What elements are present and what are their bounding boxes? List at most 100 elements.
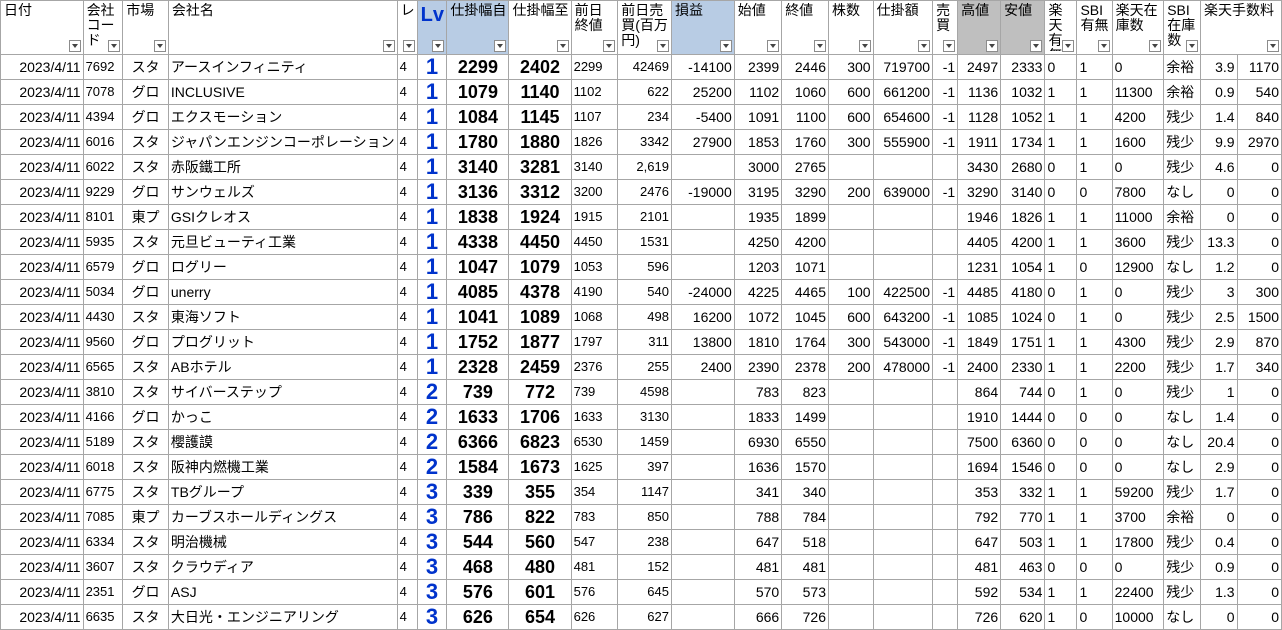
cell-sbi-avail[interactable]: 1 (1076, 479, 1113, 505)
cell-rakuten-avail[interactable]: 0 (1044, 454, 1078, 480)
cell-pnl[interactable] (670, 379, 735, 405)
cell-pnl[interactable] (670, 404, 735, 430)
cell-name[interactable]: サイバーステップ (167, 379, 398, 405)
cell-fee-b[interactable]: 540 (1236, 79, 1282, 105)
cell-fee-b[interactable]: 2970 (1236, 129, 1282, 155)
cell-market[interactable]: グロ (122, 404, 169, 430)
cell-amount[interactable]: 654600 (872, 104, 934, 130)
cell-market[interactable]: スタ (122, 354, 169, 380)
cell-amount[interactable]: 422500 (872, 279, 934, 305)
cell-fee-b[interactable]: 0 (1236, 229, 1282, 255)
column-header-level-small[interactable]: レ (396, 0, 418, 55)
cell-open[interactable]: 3000 (733, 154, 783, 180)
cell-sbi-stock[interactable]: 余裕 (1163, 54, 1202, 80)
cell-level-small[interactable]: 4 (396, 154, 418, 180)
cell-date[interactable]: 2023/4/11 (0, 504, 84, 530)
cell-name[interactable]: ABホテル (167, 354, 398, 380)
cell-sbi-stock[interactable]: 残少 (1163, 329, 1202, 355)
cell-lv[interactable]: 1 (416, 154, 448, 180)
cell-sbi-avail[interactable]: 1 (1076, 579, 1113, 605)
cell-sell[interactable] (932, 404, 959, 430)
cell-sell[interactable] (932, 454, 959, 480)
column-header-rakuten-fee[interactable]: 楽天手数料 (1200, 0, 1282, 55)
cell-range-to[interactable]: 2402 (508, 54, 572, 80)
cell-level-small[interactable]: 4 (396, 404, 418, 430)
cell-amount[interactable] (872, 554, 934, 580)
cell-prev-volume[interactable]: 234 (617, 104, 672, 130)
cell-rakuten-stock[interactable]: 7800 (1111, 179, 1165, 205)
cell-level-small[interactable]: 4 (396, 254, 418, 280)
column-header-market[interactable]: 市場 (122, 0, 169, 55)
cell-open[interactable]: 4225 (733, 279, 783, 305)
cell-open[interactable]: 1853 (733, 129, 783, 155)
cell-close[interactable]: 1764 (781, 329, 829, 355)
cell-range-from[interactable]: 1041 (446, 304, 510, 330)
cell-high[interactable]: 1231 (957, 254, 1002, 280)
cell-close[interactable]: 481 (781, 554, 829, 580)
cell-high[interactable]: 1136 (957, 79, 1002, 105)
column-header-low[interactable]: 安値 (1000, 0, 1046, 55)
cell-range-to[interactable]: 560 (508, 529, 572, 555)
cell-fee-b[interactable]: 0 (1236, 604, 1282, 630)
cell-lv[interactable]: 1 (416, 304, 448, 330)
cell-level-small[interactable]: 4 (396, 454, 418, 480)
cell-fee-a[interactable]: 0 (1200, 204, 1238, 230)
cell-date[interactable]: 2023/4/11 (0, 279, 84, 305)
cell-sbi-stock[interactable]: なし (1163, 429, 1202, 455)
cell-amount[interactable] (872, 204, 934, 230)
cell-prev-volume[interactable]: 540 (617, 279, 672, 305)
cell-range-to[interactable]: 822 (508, 504, 572, 530)
cell-open[interactable]: 783 (733, 379, 783, 405)
cell-amount[interactable] (872, 154, 934, 180)
cell-market[interactable]: スタ (122, 54, 169, 80)
cell-close[interactable]: 1899 (781, 204, 829, 230)
cell-fee-b[interactable]: 840 (1236, 104, 1282, 130)
cell-fee-b[interactable]: 1500 (1236, 304, 1282, 330)
cell-pnl[interactable]: 13800 (670, 329, 735, 355)
cell-prev-volume[interactable]: 3130 (617, 404, 672, 430)
cell-prev-close[interactable]: 576 (570, 579, 619, 605)
column-header-pnl[interactable]: 損益 (670, 0, 735, 55)
cell-date[interactable]: 2023/4/11 (0, 429, 84, 455)
cell-rakuten-stock[interactable]: 0 (1111, 279, 1165, 305)
cell-amount[interactable] (872, 404, 934, 430)
cell-low[interactable]: 1734 (1000, 129, 1046, 155)
cell-low[interactable]: 1052 (1000, 104, 1046, 130)
cell-shares[interactable]: 100 (828, 279, 874, 305)
cell-sbi-avail[interactable]: 0 (1076, 604, 1113, 630)
cell-name[interactable]: アースインフィニティ (167, 54, 398, 80)
cell-rakuten-stock[interactable]: 59200 (1111, 479, 1165, 505)
cell-close[interactable]: 340 (781, 479, 829, 505)
cell-pnl[interactable] (670, 579, 735, 605)
cell-prev-close[interactable]: 1625 (570, 454, 619, 480)
cell-prev-close[interactable]: 1107 (570, 104, 619, 130)
cell-shares[interactable] (828, 429, 874, 455)
cell-name[interactable]: 元旦ビューティ工業 (167, 229, 398, 255)
cell-date[interactable]: 2023/4/11 (0, 479, 84, 505)
cell-sell[interactable] (932, 429, 959, 455)
cell-prev-close[interactable]: 3140 (570, 154, 619, 180)
column-header-lv[interactable]: Lv (416, 0, 448, 55)
cell-low[interactable]: 1546 (1000, 454, 1046, 480)
cell-fee-a[interactable]: 3.9 (1200, 54, 1238, 80)
cell-close[interactable]: 3290 (781, 179, 829, 205)
cell-open[interactable]: 1935 (733, 204, 783, 230)
cell-name[interactable]: TBグループ (167, 479, 398, 505)
cell-market[interactable]: グロ (122, 179, 169, 205)
cell-high[interactable]: 4485 (957, 279, 1002, 305)
cell-rakuten-stock[interactable]: 0 (1111, 554, 1165, 580)
cell-range-from[interactable]: 1752 (446, 329, 510, 355)
cell-code[interactable]: 2351 (82, 579, 124, 605)
cell-code[interactable]: 6579 (82, 254, 124, 280)
cell-fee-a[interactable]: 1.4 (1200, 404, 1238, 430)
cell-rakuten-stock[interactable]: 0 (1111, 404, 1165, 430)
cell-high[interactable]: 2497 (957, 54, 1002, 80)
cell-code[interactable]: 6022 (82, 154, 124, 180)
cell-code[interactable]: 6775 (82, 479, 124, 505)
cell-lv[interactable]: 2 (416, 454, 448, 480)
cell-prev-volume[interactable]: 4598 (617, 379, 672, 405)
cell-lv[interactable]: 3 (416, 554, 448, 580)
cell-high[interactable]: 353 (957, 479, 1002, 505)
cell-open[interactable]: 666 (733, 604, 783, 630)
cell-high[interactable]: 1694 (957, 454, 1002, 480)
